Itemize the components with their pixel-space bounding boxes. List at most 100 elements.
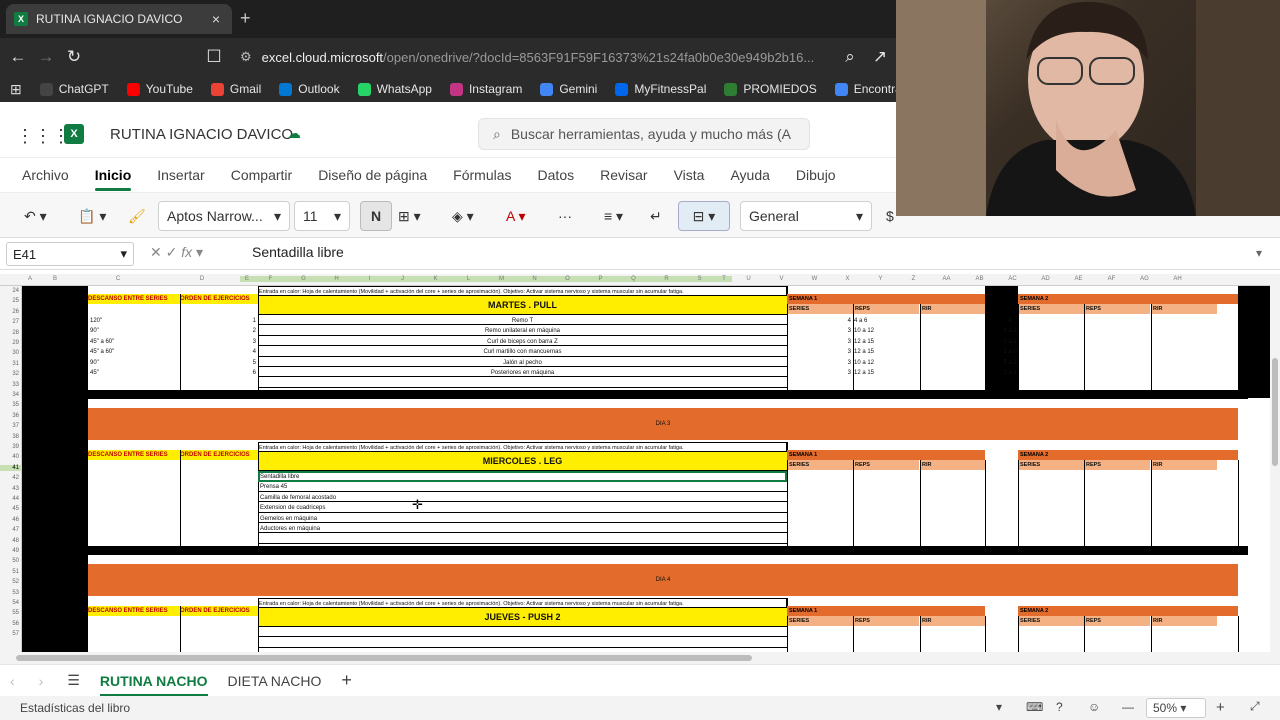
row-header-49[interactable]: 49 — [0, 548, 22, 554]
font-name-select[interactable]: Aptos Narrow... ▾ — [158, 201, 290, 231]
collapse-icon[interactable]: ▾ — [996, 700, 1002, 714]
col-header-G[interactable]: G — [287, 276, 320, 282]
col-header-E[interactable]: E — [240, 276, 254, 282]
font-color-icon[interactable]: A ▾ — [506, 201, 525, 231]
currency-icon[interactable]: $ — [886, 201, 894, 231]
bookmark-1[interactable]: YouTube — [126, 82, 193, 96]
col-header-AE[interactable]: AE — [1062, 276, 1095, 282]
forward-icon[interactable]: → — [32, 47, 60, 67]
share-icon[interactable]: ↗ — [866, 47, 894, 67]
col-header-AD[interactable]: AD — [1029, 276, 1062, 282]
row-header-26[interactable]: 26 — [0, 309, 22, 315]
col-header-AG[interactable]: AG — [1128, 276, 1161, 282]
cloud-saved-icon[interactable]: ☁ — [287, 125, 301, 142]
row-header-54[interactable]: 54 — [0, 600, 22, 606]
row-header-32[interactable]: 32 — [0, 371, 22, 377]
row-header-37[interactable]: 37 — [0, 423, 22, 429]
search-box[interactable]: ⌕ Buscar herramientas, ayuda y mucho más… — [478, 118, 810, 150]
number-format-select[interactable]: General ▾ — [740, 201, 872, 231]
app-launcher-icon[interactable]: ⋮⋮⋮ — [16, 126, 70, 147]
undo-icon[interactable]: ↶ ▾ — [24, 201, 47, 231]
row-header-35[interactable]: 35 — [0, 402, 22, 408]
row-header-24[interactable]: 24 — [0, 288, 22, 294]
row-header-30[interactable]: 30 — [0, 350, 22, 356]
menu-tab-8[interactable]: Vista — [674, 167, 705, 183]
row-header-36[interactable]: 36 — [0, 413, 22, 419]
menu-tab-1[interactable]: Inicio — [94, 167, 131, 191]
expand-formula-icon[interactable]: ▾ — [1256, 246, 1262, 260]
url-field[interactable]: ⚙ excel.cloud.microsoft/open/onedrive/?d… — [232, 44, 892, 70]
col-header-O[interactable]: O — [551, 276, 584, 282]
col-header-AC[interactable]: AC — [996, 276, 1029, 282]
new-tab-button[interactable]: + — [240, 8, 251, 29]
row-header-47[interactable]: 47 — [0, 527, 22, 533]
row-header-46[interactable]: 46 — [0, 517, 22, 523]
reload-icon[interactable]: ↻ — [60, 47, 88, 67]
row-header-28[interactable]: 28 — [0, 330, 22, 336]
document-title[interactable]: RUTINA IGNACIO DAVICO — [110, 126, 293, 143]
row-header-34[interactable]: 34 — [0, 392, 22, 398]
sheet-tab-rutina[interactable]: RUTINA NACHO — [99, 673, 208, 697]
row-header-39[interactable]: 39 — [0, 444, 22, 450]
borders-icon[interactable]: ⊞ ▾ — [398, 201, 421, 231]
workbook-stats[interactable]: Estadísticas del libro — [20, 701, 130, 715]
col-header-M[interactable]: M — [485, 276, 518, 282]
back-icon[interactable]: ← — [4, 47, 32, 67]
add-sheet-button[interactable]: + — [341, 670, 352, 691]
horizontal-scrollbar[interactable] — [0, 652, 1280, 664]
menu-tab-10[interactable]: Dibujo — [796, 167, 836, 183]
col-header-P[interactable]: P — [584, 276, 617, 282]
menu-tab-7[interactable]: Revisar — [600, 167, 647, 183]
bold-button[interactable]: N — [360, 201, 392, 231]
col-header-AH[interactable]: AH — [1161, 276, 1194, 282]
help-icon[interactable]: ? — [1056, 700, 1063, 714]
col-header-X[interactable]: X — [831, 276, 864, 282]
col-header-K[interactable]: K — [419, 276, 452, 282]
name-box[interactable]: E41 ▾ — [6, 242, 134, 266]
col-header-H[interactable]: H — [320, 276, 353, 282]
zoom-out-button[interactable]: — — [1122, 700, 1134, 714]
col-header-L[interactable]: L — [452, 276, 485, 282]
bookmark-2[interactable]: Gmail — [210, 82, 261, 96]
col-header-B[interactable]: B — [38, 276, 72, 282]
col-header-I[interactable]: I — [353, 276, 386, 282]
bookmark-8[interactable]: PROMIEDOS — [724, 82, 817, 96]
row-header-44[interactable]: 44 — [0, 496, 22, 502]
bookmark-6[interactable]: Gemini — [540, 82, 597, 96]
all-sheets-icon[interactable]: ☰ — [67, 672, 80, 689]
bookmark-icon[interactable]: ☐ — [200, 47, 228, 67]
col-header-N[interactable]: N — [518, 276, 551, 282]
menu-tab-0[interactable]: Archivo — [22, 167, 69, 183]
vertical-scroll-thumb[interactable] — [1272, 358, 1278, 466]
row-header-41[interactable]: 41 — [0, 464, 22, 471]
keyboard-icon[interactable]: ⌨ — [1026, 700, 1043, 714]
apps-grid-icon[interactable]: ⊞ — [10, 81, 22, 98]
zoom-level[interactable]: 50% ▾ — [1146, 698, 1206, 718]
format-painter-icon[interactable]: 🖌 — [128, 201, 146, 231]
row-header-33[interactable]: 33 — [0, 382, 22, 388]
menu-tab-4[interactable]: Diseño de página — [318, 167, 427, 183]
bookmark-4[interactable]: WhatsApp — [357, 82, 432, 96]
menu-tab-2[interactable]: Insertar — [157, 167, 204, 183]
col-header-AF[interactable]: AF — [1095, 276, 1128, 282]
row-header-42[interactable]: 42 — [0, 475, 22, 481]
col-header-R[interactable]: R — [650, 276, 683, 282]
col-header-S[interactable]: S — [683, 276, 716, 282]
row-header-38[interactable]: 38 — [0, 434, 22, 440]
row-header-56[interactable]: 56 — [0, 621, 22, 627]
vertical-scrollbar[interactable] — [1270, 274, 1280, 652]
menu-tab-6[interactable]: Datos — [538, 167, 575, 183]
site-info-icon[interactable]: ⚙ — [240, 49, 252, 65]
font-size-select[interactable]: 11 ▾ — [294, 201, 350, 231]
col-header-AA[interactable]: AA — [930, 276, 963, 282]
row-header-43[interactable]: 43 — [0, 486, 22, 492]
row-header-29[interactable]: 29 — [0, 340, 22, 346]
formula-input[interactable]: Sentadilla libre — [252, 244, 344, 260]
col-header-AB[interactable]: AB — [963, 276, 996, 282]
row-header-40[interactable]: 40 — [0, 454, 22, 460]
bookmark-5[interactable]: Instagram — [449, 82, 522, 96]
feedback-icon[interactable]: ☺ — [1088, 700, 1100, 714]
align-icon[interactable]: ≡ ▾ — [604, 201, 623, 231]
col-header-D[interactable]: D — [164, 276, 240, 282]
fill-color-icon[interactable]: ◈ ▾ — [452, 201, 474, 231]
